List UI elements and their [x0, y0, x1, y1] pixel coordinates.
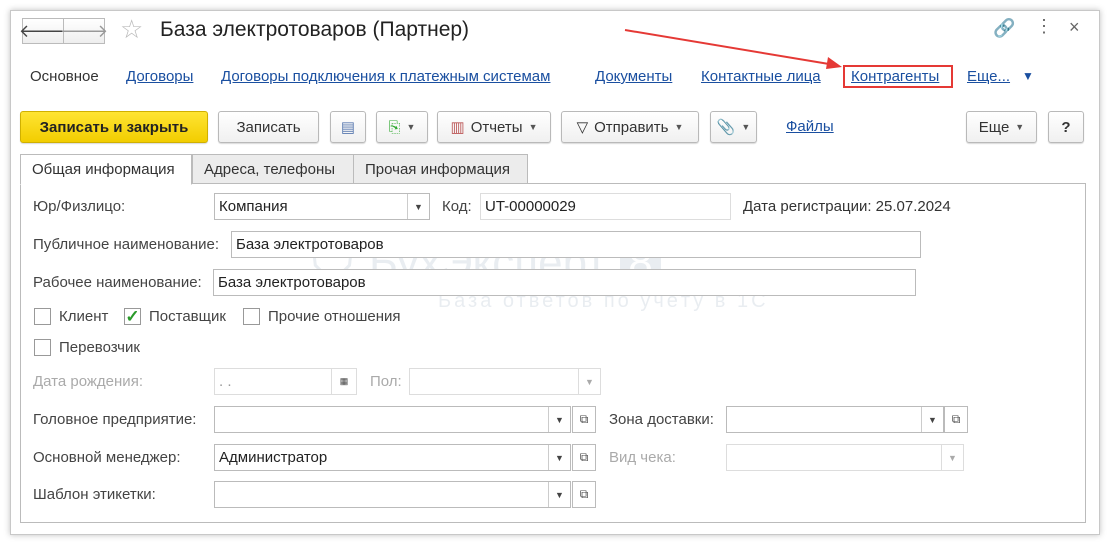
carrier-label: Перевозчик	[59, 339, 140, 356]
more-label: Еще	[978, 118, 1010, 136]
close-icon[interactable]: ×	[1069, 17, 1080, 38]
other-relations-label: Прочие отношения	[268, 308, 401, 325]
birth-date-field[interactable]: . . ▦	[214, 368, 357, 395]
nav-payment-contracts[interactable]: Договоры подключения к платежным система…	[221, 68, 550, 85]
dropdown-icon[interactable]: ▼	[578, 369, 600, 394]
send-icon: ▽	[576, 119, 589, 136]
calendar-icon[interactable]: ▦	[331, 369, 356, 394]
parent-company-field[interactable]: ▼	[214, 406, 571, 433]
chevron-down-icon: ▼	[1022, 69, 1034, 83]
gender-label: Пол:	[370, 373, 402, 390]
code-field[interactable]: UT-00000029	[480, 193, 731, 220]
receipt-type-select[interactable]: ▼	[726, 444, 964, 471]
open-icon[interactable]: ⧉	[572, 444, 596, 471]
create-based-icon: ⎘	[388, 118, 401, 136]
save-close-button[interactable]: Записать и закрыть	[20, 111, 208, 143]
nav-contracts[interactable]: Договоры	[126, 68, 193, 85]
open-icon[interactable]: ⧉	[572, 406, 596, 433]
tab-other[interactable]: Прочая информация	[353, 154, 528, 184]
code-label: Код:	[442, 198, 472, 215]
window-title: База электротоваров (Партнер)	[160, 18, 470, 41]
attach-button[interactable]: 📎 ▼	[710, 111, 757, 143]
gender-select[interactable]: ▼	[409, 368, 601, 395]
list-button[interactable]: ▤	[330, 111, 366, 143]
birth-date-label: Дата рождения:	[33, 373, 143, 390]
open-icon[interactable]: ⧉	[944, 406, 968, 433]
client-label: Клиент	[59, 308, 109, 325]
label-template-field[interactable]: ▼	[214, 481, 571, 508]
nav-counterparties[interactable]: Контрагенты	[851, 68, 939, 85]
link-icon[interactable]: 🔗	[993, 18, 1015, 39]
dropdown-icon[interactable]: ▼	[941, 445, 963, 470]
entity-type-select[interactable]: Компания ▼	[214, 193, 430, 220]
label-template-label: Шаблон этикетки:	[33, 486, 156, 503]
tab-general[interactable]: Общая информация	[20, 154, 192, 185]
entity-type-label: Юр/Физлицо:	[33, 198, 126, 215]
delivery-zone-field[interactable]: ▼	[726, 406, 944, 433]
checkmark-icon: ✓	[125, 306, 140, 326]
open-icon[interactable]: ⧉	[572, 481, 596, 508]
client-checkbox[interactable]	[34, 308, 51, 325]
supplier-label: Поставщик	[149, 308, 226, 325]
list-icon: ▤	[340, 119, 356, 136]
paperclip-icon: 📎	[716, 119, 736, 136]
work-name-field[interactable]: База электротоваров	[213, 269, 916, 296]
nav-more[interactable]: Еще...	[967, 68, 1010, 85]
create-based-button[interactable]: ⎘ ▼	[376, 111, 428, 143]
help-button[interactable]: ?	[1048, 111, 1084, 143]
work-name-label: Рабочее наименование:	[33, 274, 202, 291]
send-label: Отправить	[594, 118, 669, 136]
carrier-checkbox[interactable]	[34, 339, 51, 356]
send-button[interactable]: ▽ Отправить ▼	[561, 111, 699, 143]
favorite-star-icon[interactable]: ☆	[120, 14, 143, 45]
reg-date-label-text: Дата регистрации:	[743, 198, 872, 215]
other-relations-checkbox[interactable]	[243, 308, 260, 325]
dropdown-icon[interactable]: ▼	[921, 407, 943, 432]
receipt-type-label: Вид чека:	[609, 449, 676, 466]
entity-type-value: Компания	[219, 198, 288, 215]
manager-value: Администратор	[219, 449, 328, 466]
supplier-checkbox[interactable]: ✓	[124, 306, 141, 326]
dropdown-icon[interactable]: ▼	[548, 445, 570, 470]
annotation-arrow	[624, 29, 842, 69]
reg-date-value: 25.07.2024	[875, 198, 951, 215]
tab-addresses[interactable]: Адреса, телефоны	[192, 154, 354, 184]
back-button[interactable]: 🡐	[19, 18, 67, 44]
menu-dots-icon[interactable]: ⋮	[1035, 16, 1053, 37]
more-button[interactable]: Еще ▼	[966, 111, 1037, 143]
delivery-zone-label: Зона доставки:	[609, 411, 714, 428]
reports-button[interactable]: ▥ Отчеты ▼	[437, 111, 551, 143]
nav-main[interactable]: Основное	[30, 68, 99, 85]
reg-date-label: Дата регистрации: 25.07.2024	[743, 198, 951, 215]
dropdown-icon[interactable]: ▼	[548, 482, 570, 507]
dropdown-icon[interactable]: ▼	[407, 194, 429, 219]
manager-field[interactable]: Администратор ▼	[214, 444, 571, 471]
birth-date-value: . .	[219, 373, 232, 390]
public-name-field[interactable]: База электротоваров	[231, 231, 921, 258]
parent-company-label: Головное предприятие:	[33, 411, 197, 428]
files-link[interactable]: Файлы	[786, 118, 834, 135]
dropdown-icon[interactable]: ▼	[548, 407, 570, 432]
report-icon: ▥	[450, 119, 465, 136]
forward-button[interactable]: 🡒	[60, 18, 108, 44]
public-name-label: Публичное наименование:	[33, 236, 220, 253]
manager-label: Основной менеджер:	[33, 449, 181, 466]
reports-label: Отчеты	[470, 118, 523, 136]
save-button[interactable]: Записать	[218, 111, 319, 143]
